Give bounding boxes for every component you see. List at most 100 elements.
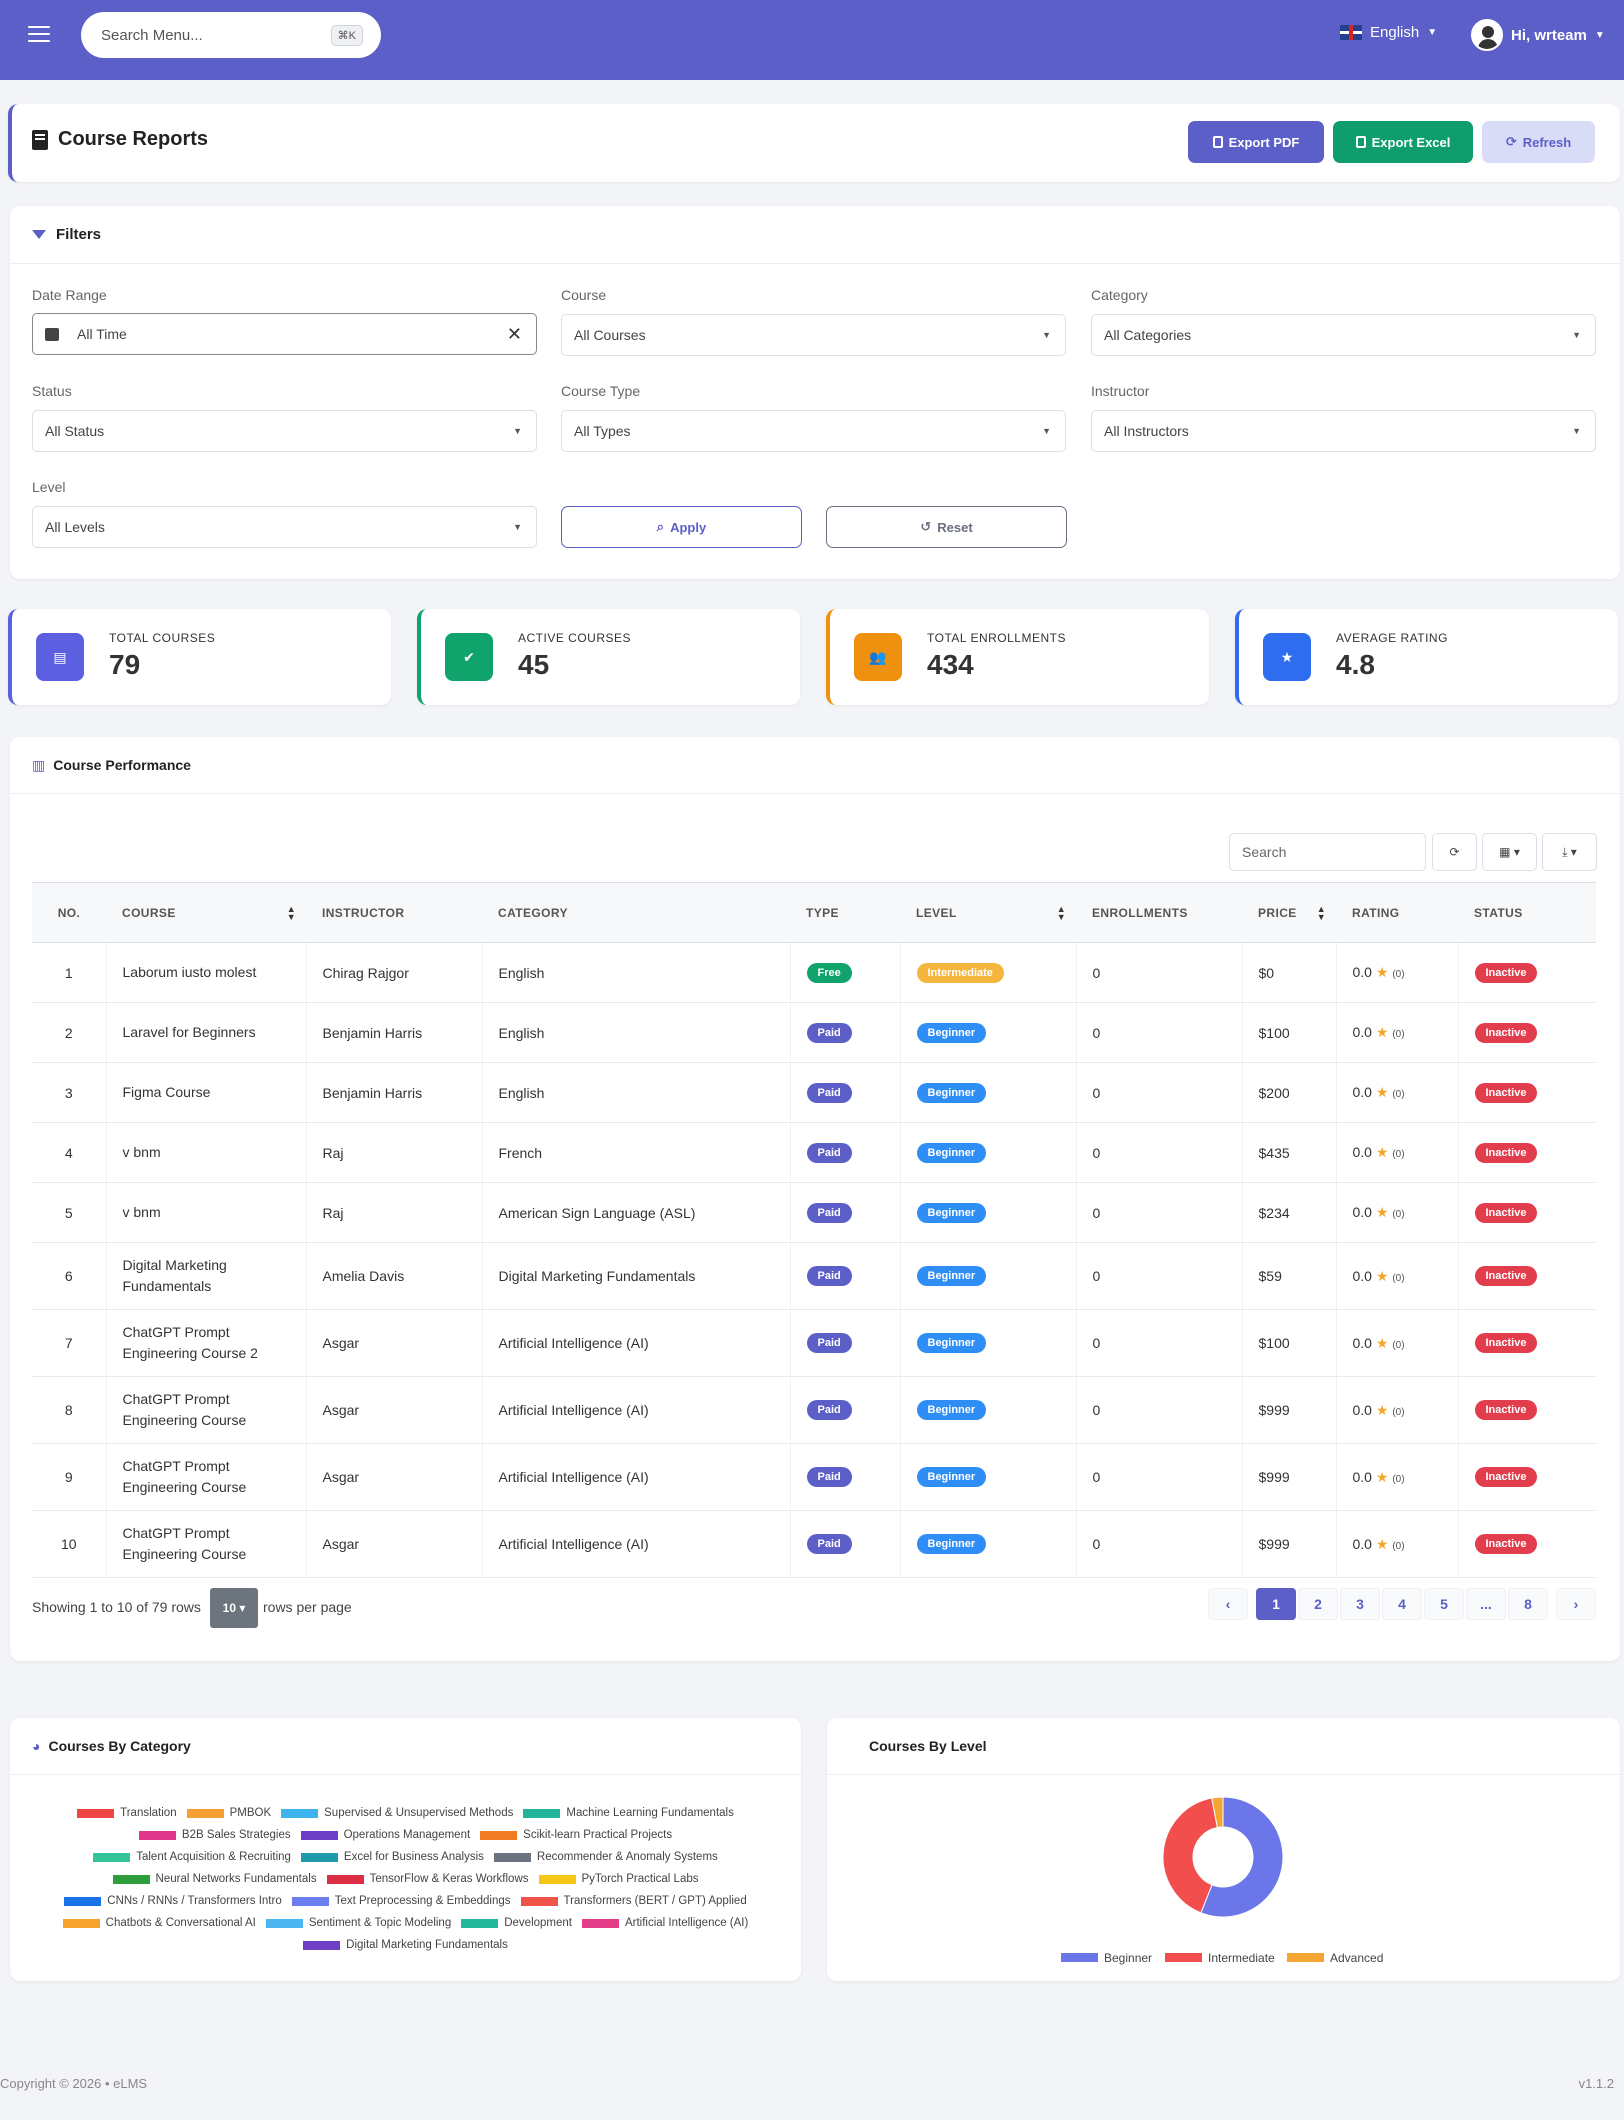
cell-enrollments: 0 (1076, 1002, 1243, 1063)
cell-price: $999 (1242, 1376, 1337, 1444)
undo-icon: ↺ (920, 519, 932, 534)
status-select-value: All Status (45, 423, 105, 439)
legend-label: B2B Sales Strategies (181, 1829, 291, 1841)
level-badge: Beginner (916, 1266, 987, 1286)
col-price[interactable]: PRICE ▲ ▼ (1242, 882, 1336, 943)
legend-label[interactable]: Intermediate (1208, 1951, 1275, 1965)
reset-button[interactable]: ↺ Reset (826, 506, 1067, 548)
legend-swatch (112, 1874, 150, 1884)
cell-instructor: Asgar (306, 1510, 483, 1578)
footer-version: v1.1.2 (1578, 2076, 1614, 2091)
rating-count: (0) (1392, 1540, 1405, 1552)
refresh-button[interactable]: ⟳ Refresh (1482, 121, 1595, 163)
legend-item[interactable]: Talent Acquisition & Recruiting (93, 1851, 291, 1863)
col-course[interactable]: COURSE ▲ ▼ (106, 882, 306, 943)
table-row: 10 ChatGPT Prompt Engineering Course Asgar… (32, 1510, 1596, 1578)
cell-no: 5 (32, 1182, 107, 1243)
instructor-select[interactable]: All Instructors ▼ (1091, 410, 1596, 452)
level-badge: Beginner (916, 1022, 987, 1043)
legend-item[interactable]: Digital Marketing Fundamentals (303, 1939, 508, 1951)
cell-category: French (482, 1122, 791, 1183)
legend-item[interactable]: Artificial Intelligence (AI) (581, 1917, 748, 1929)
page-button[interactable]: 4 (1382, 1588, 1422, 1620)
export-excel-button[interactable]: Export Excel (1333, 121, 1473, 163)
star-icon: ★ (1375, 964, 1389, 980)
col-level[interactable]: LEVEL ▲ ▼ (900, 882, 1076, 943)
legend-item[interactable]: Excel for Business Analysis (300, 1851, 484, 1863)
level-select[interactable]: All Levels ▼ (32, 506, 537, 548)
next-page-button[interactable]: › (1556, 1588, 1596, 1620)
search-icon: ⌕ (656, 519, 665, 534)
filters-title: Filters (56, 226, 102, 243)
table-body: 1 Laborum iusto molest Chirag Rajgor Englis… (32, 942, 1596, 1578)
legend-swatch (281, 1808, 319, 1818)
course-type-select[interactable]: All Types ▼ (561, 410, 1066, 452)
legend-swatch (1061, 1953, 1098, 1962)
legend-item[interactable]: Supervised & Unsupervised Methods (281, 1807, 513, 1819)
legend-item[interactable]: Operations Management (300, 1829, 470, 1841)
legend-item[interactable]: CNNs / RNNs / Transformers Intro (64, 1895, 282, 1907)
legend-row: CNNs / RNNs / Transformers Intro Text Pre… (30, 1895, 781, 1907)
legend-item[interactable]: Recommender & Anomaly Systems (493, 1851, 718, 1863)
legend-label[interactable]: Beginner (1104, 1951, 1152, 1965)
status-select[interactable]: All Status ▼ (32, 410, 537, 452)
rating-count: (0) (1392, 1209, 1405, 1220)
language-selector[interactable]: English ▼ (1340, 24, 1437, 41)
course-type-select-value: All Types (574, 423, 631, 439)
legend-row: Neural Networks Fundamentals TensorFlow &… (30, 1873, 781, 1885)
rating-count: (0) (1392, 1149, 1405, 1160)
legend-item[interactable]: Machine Learning Fundamentals (523, 1807, 734, 1819)
legend-item[interactable]: Translation (77, 1807, 177, 1819)
stat-value: 4.8 (1336, 649, 1375, 680)
legend-label: TensorFlow & Keras Workflows (369, 1873, 529, 1885)
cell-enrollments: 0 (1076, 1242, 1243, 1310)
page-button[interactable]: 2 (1298, 1588, 1338, 1620)
page-button[interactable]: 8 (1508, 1588, 1548, 1620)
clear-icon[interactable]: ✕ (507, 324, 522, 345)
legend-item[interactable]: Scikit-learn Practical Projects (480, 1829, 672, 1841)
legend-label[interactable]: Advanced (1330, 1951, 1383, 1965)
pie-chart-icon: ◕ (32, 1738, 41, 1754)
legend-item[interactable]: PMBOK (186, 1807, 271, 1819)
page-button[interactable]: 1 (1256, 1588, 1296, 1620)
legend-item[interactable]: Development (461, 1917, 572, 1929)
cell-no: 8 (32, 1376, 107, 1444)
user-menu[interactable]: Hi, wrteam ▼ (1471, 19, 1605, 51)
category-select[interactable]: All Categories ▼ (1091, 314, 1596, 356)
table-refresh-button[interactable]: ⟳ (1432, 833, 1477, 871)
page-button[interactable]: 5 (1424, 1588, 1464, 1620)
course-performance-table: NO. COURSE ▲ ▼ INSTRUCTOR CATEGORY TYPE LE… (32, 882, 1596, 1578)
cell-enrollments: 0 (1076, 1309, 1243, 1377)
export-pdf-label: Export PDF (1228, 134, 1300, 150)
export-pdf-button[interactable]: Export PDF (1188, 121, 1324, 163)
search-menu-input[interactable]: Search Menu... ⌘K (81, 12, 381, 58)
table-search-input[interactable]: Search (1229, 833, 1426, 871)
stat-label: TOTAL ENROLLMENTS (927, 631, 1066, 645)
course-select[interactable]: All Courses ▼ (561, 314, 1066, 356)
legend-item[interactable]: Chatbots & Conversational AI (62, 1917, 256, 1929)
rating-value: 0.0 (1352, 1084, 1372, 1100)
hamburger-menu-icon[interactable] (28, 26, 50, 44)
cell-course: ChatGPT Prompt Engineering Course 2 (106, 1309, 307, 1377)
legend-item[interactable]: Text Preprocessing & Embeddings (291, 1895, 511, 1907)
apply-button[interactable]: ⌕ Apply (561, 506, 802, 548)
legend-item[interactable]: Sentiment & Topic Modeling (265, 1917, 451, 1929)
cell-level: Beginner (900, 1002, 1077, 1063)
legend-item[interactable]: TensorFlow & Keras Workflows (326, 1873, 529, 1885)
prev-page-button[interactable]: ‹ (1208, 1588, 1248, 1620)
table-export-button[interactable]: ⤓ ▾ (1542, 833, 1597, 871)
rating-value: 0.0 (1352, 1535, 1372, 1552)
date-range-input[interactable]: All Time ✕ (32, 313, 537, 355)
rows-per-page-select[interactable]: 10 ▾ (210, 1588, 258, 1628)
cell-course: Figma Course (106, 1062, 307, 1123)
legend-item[interactable]: Transformers (BERT / GPT) Applied (520, 1895, 747, 1907)
page-button[interactable]: 3 (1340, 1588, 1380, 1620)
legend-item[interactable]: B2B Sales Strategies (138, 1829, 291, 1841)
cell-category: Artificial Intelligence (AI) (482, 1309, 791, 1377)
legend-label: Recommender & Anomaly Systems (536, 1851, 718, 1863)
cell-level: Beginner (900, 1443, 1077, 1511)
columns-toggle-button[interactable]: ▦ ▾ (1482, 833, 1537, 871)
legend-item[interactable]: Neural Networks Fundamentals (112, 1873, 317, 1885)
level-badge: Beginner (916, 1400, 987, 1420)
legend-item[interactable]: PyTorch Practical Labs (538, 1873, 698, 1885)
